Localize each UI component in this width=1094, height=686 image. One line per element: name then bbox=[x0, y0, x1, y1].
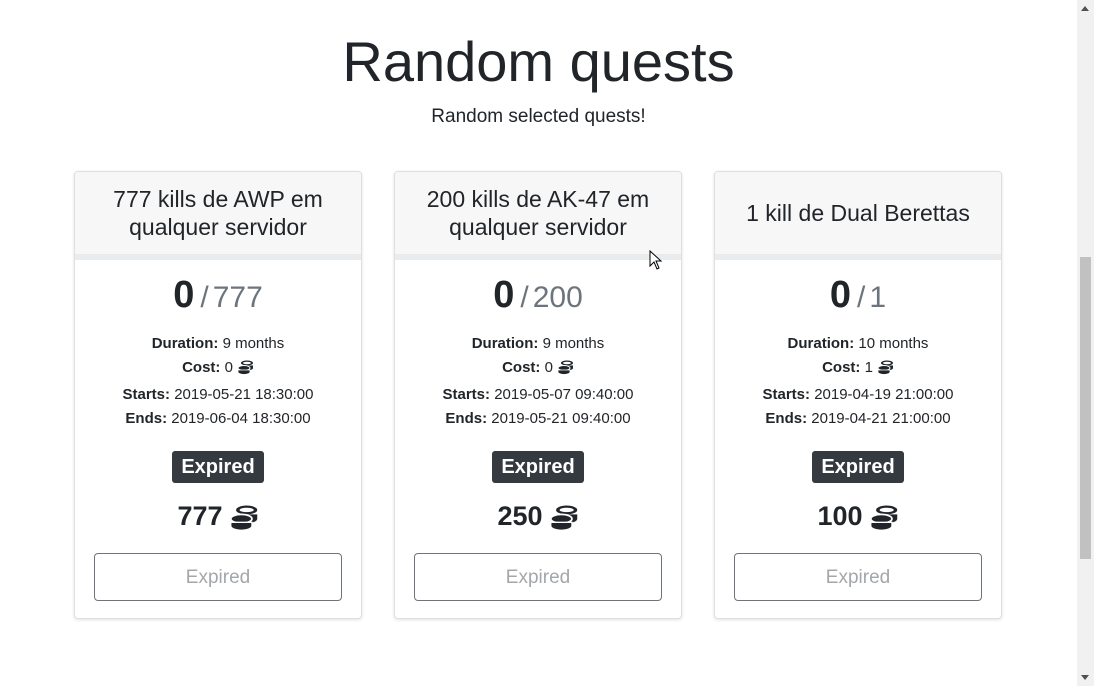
reward-value: 777 bbox=[177, 501, 223, 531]
card-divider bbox=[715, 254, 1001, 260]
progress-slash: / bbox=[200, 281, 209, 314]
quest-title: 777 kills de AWP em qualquer servidor bbox=[75, 172, 361, 254]
quest-card: 200 kills de AK-47 em qualquer servidor … bbox=[394, 171, 682, 619]
progress-goal: 777 bbox=[212, 281, 263, 314]
starts-value: 2019-05-07 09:40:00 bbox=[494, 386, 634, 403]
quest-details: Duration: 10 months Cost: 1 Starts: 2019… bbox=[715, 332, 1001, 431]
scroll-down-arrow-icon[interactable] bbox=[1081, 675, 1089, 680]
status-badge: Expired bbox=[812, 451, 904, 483]
coins-icon bbox=[229, 503, 259, 539]
progress-current: 0 bbox=[173, 274, 195, 316]
cost-value: 0 bbox=[224, 359, 233, 376]
duration-value: 9 months bbox=[542, 335, 605, 352]
card-divider bbox=[395, 254, 681, 260]
duration-value: 10 months bbox=[858, 335, 929, 352]
status-badge: Expired bbox=[172, 451, 264, 483]
ends-value: 2019-06-04 18:30:00 bbox=[171, 410, 311, 427]
coins-icon bbox=[237, 359, 254, 383]
mouse-cursor-icon bbox=[649, 249, 663, 275]
coins-icon bbox=[557, 359, 574, 383]
quest-card: 777 kills de AWP em qualquer servidor 0/… bbox=[74, 171, 362, 619]
coins-icon bbox=[877, 359, 894, 383]
ends-value: 2019-05-21 09:40:00 bbox=[491, 410, 631, 427]
quest-reward: 250 bbox=[395, 499, 681, 533]
ends-label: Ends: bbox=[445, 410, 488, 427]
coins-icon bbox=[549, 503, 579, 539]
cost-value: 0 bbox=[544, 359, 553, 376]
progress-slash: / bbox=[857, 281, 866, 314]
progress-slash: / bbox=[520, 281, 529, 314]
progress-goal: 1 bbox=[869, 281, 887, 314]
quest-action-button[interactable]: Expired bbox=[414, 553, 662, 601]
cost-value: 1 bbox=[864, 359, 873, 376]
cost-label: Cost: bbox=[822, 359, 861, 376]
quest-reward: 100 bbox=[715, 499, 1001, 533]
vertical-scrollbar[interactable] bbox=[1077, 0, 1094, 686]
starts-value: 2019-04-19 21:00:00 bbox=[814, 386, 954, 403]
reward-value: 100 bbox=[817, 501, 863, 531]
quest-action-button[interactable]: Expired bbox=[94, 553, 342, 601]
progress-current: 0 bbox=[829, 274, 852, 316]
duration-value: 9 months bbox=[222, 335, 285, 352]
quest-title: 1 kill de Dual Berettas bbox=[715, 172, 1001, 254]
quest-action-button[interactable]: Expired bbox=[734, 553, 982, 601]
page-title: Random quests bbox=[342, 30, 735, 93]
starts-label: Starts: bbox=[762, 386, 811, 403]
duration-label: Duration: bbox=[151, 335, 219, 352]
quest-details: Duration: 9 months Cost: 0 Starts: 2019-… bbox=[75, 332, 361, 431]
duration-label: Duration: bbox=[471, 335, 539, 352]
progress-goal: 200 bbox=[532, 281, 583, 314]
status-badge: Expired bbox=[492, 451, 584, 483]
starts-label: Starts: bbox=[442, 386, 491, 403]
page-subtitle: Random selected quests! bbox=[431, 106, 646, 127]
card-divider bbox=[75, 254, 361, 260]
quest-progress: 0/777 bbox=[75, 272, 361, 318]
scroll-up-arrow-icon[interactable] bbox=[1081, 6, 1089, 11]
ends-label: Ends: bbox=[765, 410, 808, 427]
quest-details: Duration: 9 months Cost: 0 Starts: 2019-… bbox=[395, 332, 681, 431]
scrollbar-thumb[interactable] bbox=[1080, 257, 1091, 559]
quest-progress: 0/1 bbox=[715, 272, 1001, 318]
duration-label: Duration: bbox=[787, 335, 855, 352]
progress-current: 0 bbox=[493, 274, 515, 316]
quest-reward: 777 bbox=[75, 499, 361, 533]
reward-value: 250 bbox=[497, 501, 543, 531]
quest-card: 1 kill de Dual Berettas 0/1 Duration: 10… bbox=[714, 171, 1002, 619]
starts-value: 2019-05-21 18:30:00 bbox=[174, 386, 314, 403]
coins-icon bbox=[869, 503, 899, 539]
ends-label: Ends: bbox=[125, 410, 168, 427]
cost-label: Cost: bbox=[182, 359, 221, 376]
quest-title: 200 kills de AK-47 em qualquer servidor bbox=[395, 172, 681, 254]
cost-label: Cost: bbox=[502, 359, 541, 376]
ends-value: 2019-04-21 21:00:00 bbox=[811, 410, 951, 427]
starts-label: Starts: bbox=[122, 386, 171, 403]
page: Random quests Random selected quests! 77… bbox=[0, 0, 1077, 686]
quest-progress: 0/200 bbox=[395, 272, 681, 318]
